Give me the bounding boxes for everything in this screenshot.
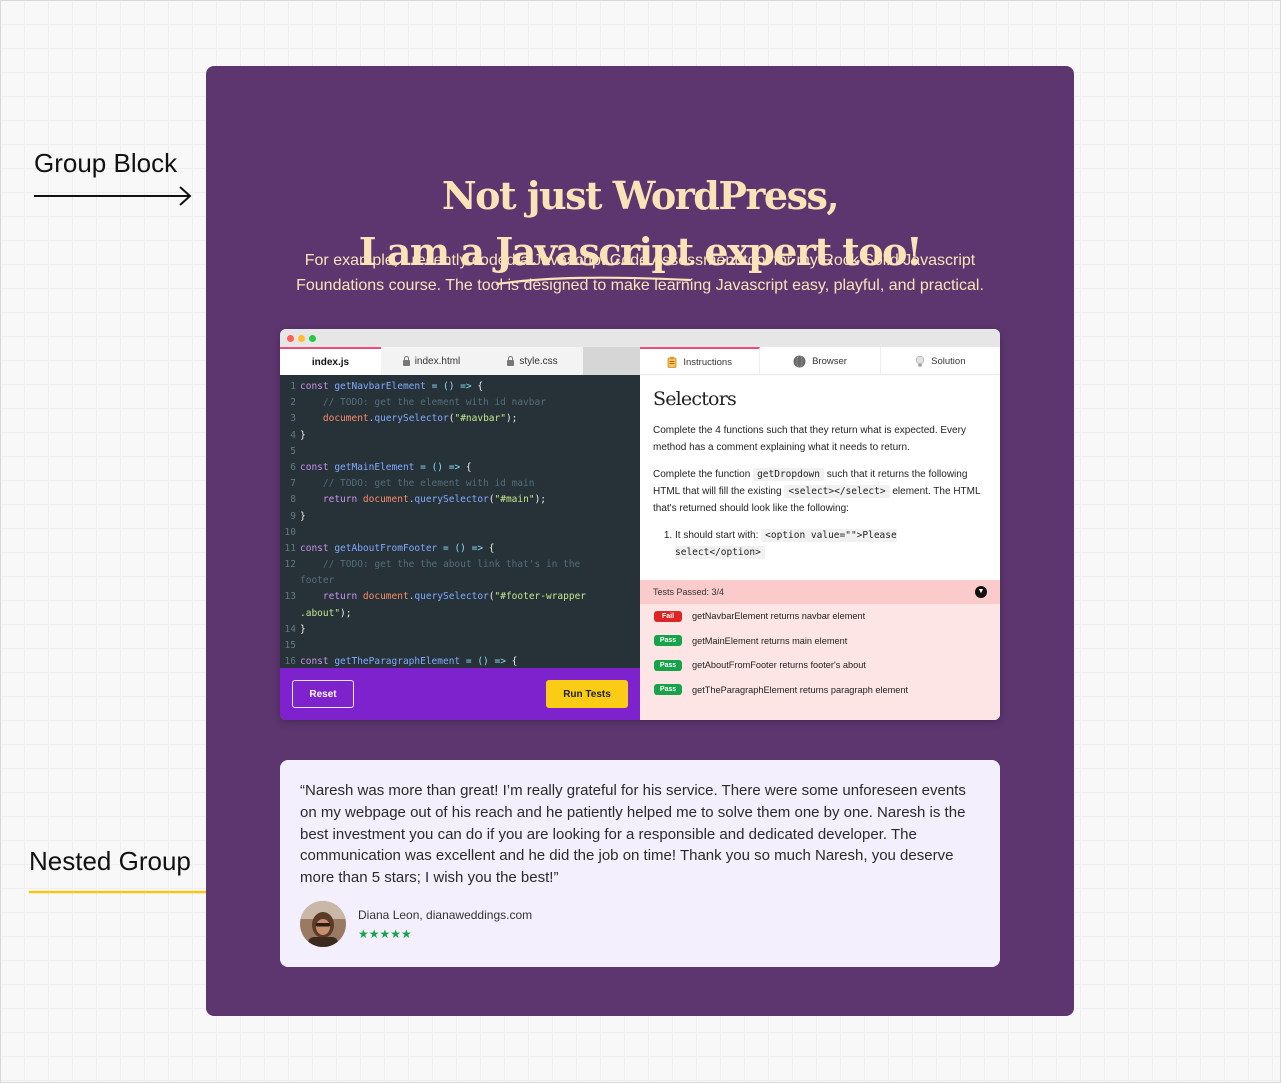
- instructions-list: It should start with: <option value="">P…: [653, 527, 983, 561]
- star-rating-icon: ★★★★★: [358, 927, 412, 941]
- code-line: 8 return document.querySelector("#main")…: [280, 492, 640, 508]
- tests-passed-count: Tests Passed: 3/4: [653, 587, 725, 597]
- test-result-row: Pass getMainElement returns main element: [640, 629, 1000, 654]
- inline-code-get-dropdown: getDropdown: [753, 468, 824, 481]
- code-line: 14}: [280, 622, 640, 638]
- status-badge: Pass: [654, 635, 682, 647]
- line-number: 13: [284, 591, 296, 603]
- testimonial-quote: “Naresh was more than great! I’m really …: [300, 782, 966, 887]
- test-result-label: getAboutFromFooter returns footer's abou…: [692, 660, 866, 671]
- status-badge: Pass: [654, 659, 682, 671]
- clipboard-icon: [667, 356, 677, 368]
- line-number: 12: [284, 559, 296, 571]
- code-line: 16 const getTheParagraphElement = () => {: [280, 654, 640, 668]
- group-block: Not just WordPress, I am a Javascript ex…: [206, 66, 1074, 1016]
- editor-tab-empty: [583, 347, 640, 375]
- instructions-list-item: It should start with: <option value="">P…: [675, 527, 983, 561]
- window-titlebar: [280, 329, 1000, 347]
- code-assessment-tool: index.js index.html style.css 1 const get…: [280, 329, 1000, 720]
- test-result-row: Fail getNavbarElement returns navbar ele…: [640, 604, 1000, 629]
- code-line: 7 // TODO: get the element with id main: [280, 476, 640, 492]
- line-number: 16: [284, 656, 296, 668]
- tab-instructions[interactable]: Instructions: [640, 347, 761, 375]
- editor-tab-index-js[interactable]: index.js: [280, 347, 381, 375]
- test-results-header[interactable]: Tests Passed: 3/4 ▼: [640, 580, 1000, 604]
- instructions-paragraph-2: Complete the function getDropdown such t…: [653, 468, 981, 514]
- globe-icon: [793, 354, 806, 368]
- code-line: footer: [300, 575, 335, 587]
- test-result-label: getNavbarElement returns navbar element: [692, 611, 866, 622]
- lightbulb-icon: [915, 355, 925, 366]
- editor-tab-index-html[interactable]: index.html: [381, 347, 482, 375]
- instructions-paragraph-1: Complete the 4 functions such that they …: [653, 425, 966, 453]
- code-line: .about");: [300, 607, 352, 619]
- code-line: 3 document.querySelector("#navbar");: [280, 411, 640, 427]
- maximize-window-dot-icon[interactable]: [309, 335, 316, 342]
- hero-title-line1: Not just WordPress,: [441, 173, 840, 218]
- chevron-down-icon[interactable]: ▼: [975, 586, 987, 598]
- code-line: 15: [280, 638, 640, 654]
- code-editor[interactable]: 1 const getNavbarElement = () => {2 // TO…: [280, 375, 640, 668]
- instructions-title: Selectors: [653, 391, 737, 410]
- line-number: 3: [290, 413, 296, 425]
- instructions-content: Selectors Complete the 4 functions such …: [653, 391, 983, 581]
- tab-solution[interactable]: Solution: [881, 347, 1000, 375]
- line-number: 5: [290, 445, 296, 457]
- test-result-row: Pass getTheParagraphElement returns para…: [640, 678, 1000, 703]
- editor-tabs: index.js index.html style.css: [280, 347, 640, 375]
- nested-group-annotation-label: Nested Group: [29, 846, 191, 876]
- line-number: 7: [290, 478, 296, 490]
- reset-button[interactable]: Reset: [292, 680, 354, 708]
- code-line: 5: [280, 444, 640, 460]
- line-number: 14: [284, 623, 296, 635]
- lock-icon: [507, 355, 515, 366]
- line-number: 4: [290, 429, 296, 441]
- minimize-window-dot-icon[interactable]: [298, 335, 305, 342]
- code-line: 9}: [280, 509, 640, 525]
- instructions-pane: Instructions Browser Solution Selectors …: [640, 347, 1000, 720]
- code-line: 4}: [280, 428, 640, 444]
- line-number: 6: [290, 461, 296, 473]
- test-results-panel: Tests Passed: 3/4 ▼ Fail getNavbarElemen…: [640, 580, 1000, 720]
- status-badge: Pass: [654, 684, 682, 696]
- test-result-label: getMainElement returns main element: [692, 635, 848, 646]
- line-number: 9: [290, 510, 296, 522]
- editor-footer: Reset Run Tests: [280, 668, 640, 720]
- code-line: 12 // TODO: get the the about link that'…: [280, 557, 640, 573]
- run-tests-button[interactable]: Run Tests: [546, 680, 628, 708]
- status-badge: Fail: [654, 610, 682, 622]
- code-line: 11 const getAboutFromFooter = () => {: [280, 541, 640, 557]
- tab-browser[interactable]: Browser: [760, 347, 881, 375]
- group-block-arrow-icon: [34, 186, 192, 206]
- nested-group-testimonial: “Naresh was more than great! I’m really …: [280, 760, 1000, 967]
- line-number: 11: [284, 542, 296, 554]
- hero-intro: For example, I recently coded a Javascri…: [296, 252, 984, 294]
- line-number: 2: [290, 397, 296, 409]
- test-result-row: Pass getAboutFromFooter returns footer's…: [640, 653, 1000, 678]
- avatar: [300, 901, 346, 947]
- panel-tabs: Instructions Browser Solution: [640, 347, 1000, 375]
- line-number: 8: [290, 494, 296, 506]
- group-block-annotation-label: Group Block: [34, 148, 178, 178]
- code-line: 6 const getMainElement = () => {: [280, 460, 640, 476]
- code-line: 1 const getNavbarElement = () => {: [280, 379, 640, 395]
- testimonial-author: Diana Leon, dianaweddings.com: [358, 908, 533, 922]
- code-line: 13 return document.querySelector("#foote…: [280, 589, 640, 605]
- inline-code-select: <select></select>: [784, 485, 890, 498]
- test-result-label: getTheParagraphElement returns paragraph…: [692, 684, 909, 695]
- code-editor-pane: index.js index.html style.css 1 const get…: [280, 347, 640, 720]
- close-window-dot-icon[interactable]: [287, 335, 294, 342]
- lock-icon: [402, 355, 410, 366]
- code-line: 2 // TODO: get the element with id navba…: [280, 395, 640, 411]
- line-number: 15: [284, 640, 296, 651]
- editor-tab-style-css[interactable]: style.css: [482, 347, 583, 375]
- line-number: 1: [290, 381, 296, 392]
- code-line: 10: [280, 525, 640, 541]
- line-number: 10: [284, 526, 296, 538]
